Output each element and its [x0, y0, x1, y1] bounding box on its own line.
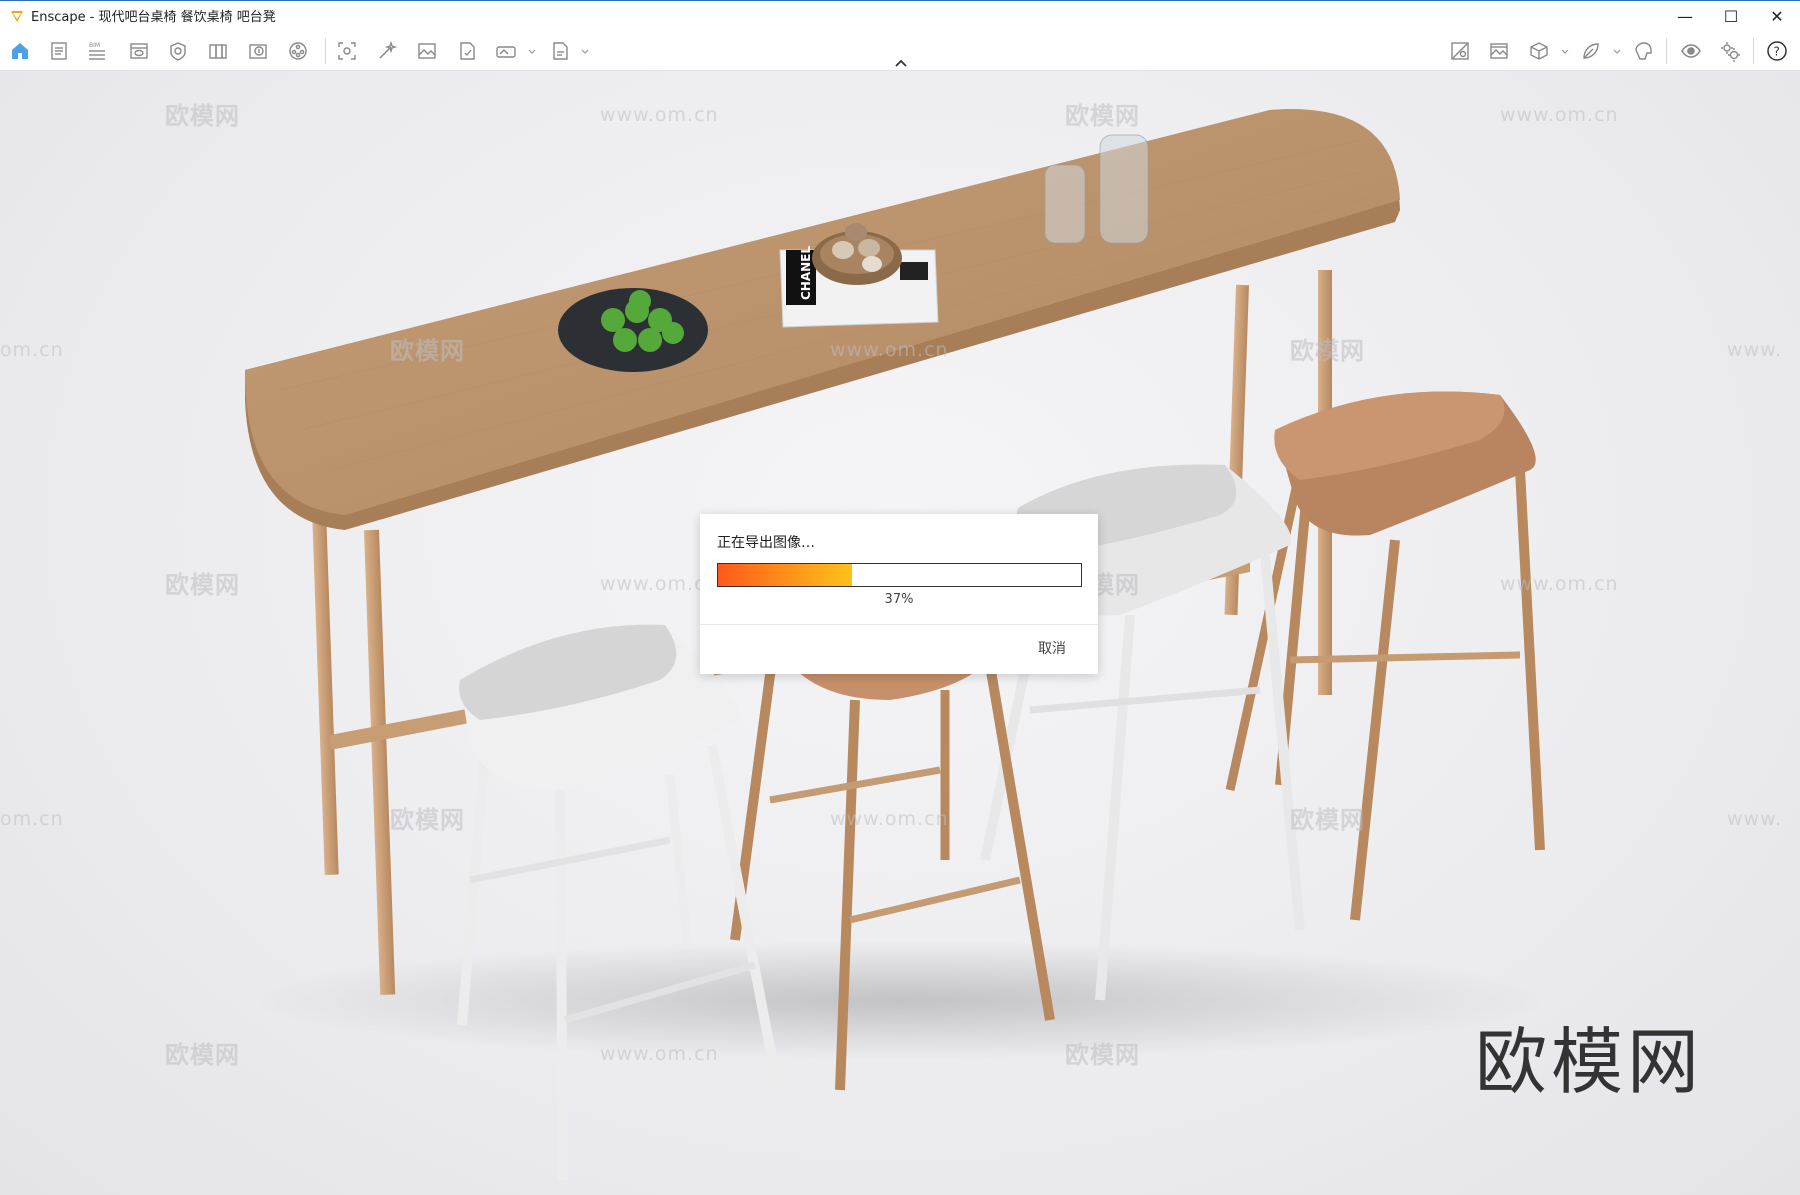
eye-icon[interactable] [1680, 40, 1702, 62]
toolbar-separator [325, 38, 326, 64]
brand-watermark: 欧模网 [1475, 1020, 1704, 1104]
view-icon[interactable] [128, 40, 150, 62]
home-icon[interactable] [9, 40, 31, 62]
watermark-url: www.om.cn [1500, 104, 1619, 126]
image-icon[interactable] [416, 40, 438, 62]
watermark: 欧模网 [165, 571, 240, 599]
export-message: 正在导出图像… [717, 535, 815, 551]
settings-icon[interactable] [1719, 40, 1741, 62]
watermark-url: www. [1727, 339, 1782, 361]
watermark: 欧模网 [390, 337, 465, 365]
export-icon[interactable] [456, 40, 478, 62]
watermark: 欧模网 [1065, 1041, 1140, 1069]
watermark-url: www.om.cn [830, 808, 949, 830]
watermark: 欧模网 [390, 806, 465, 834]
enscape-logo-icon [11, 10, 23, 22]
batch-export-icon[interactable] [549, 40, 571, 62]
watermark-url: om.cn [0, 808, 64, 830]
window-controls: — ☐ ✕ [1662, 1, 1800, 31]
chevron-down-icon[interactable] [1612, 47, 1622, 57]
cancel-button[interactable]: 取消 [1038, 638, 1066, 658]
gallery-icon[interactable] [1488, 40, 1510, 62]
vr-icon[interactable] [1632, 40, 1654, 62]
watermark: 欧模网 [1290, 337, 1365, 365]
close-button[interactable]: ✕ [1754, 1, 1800, 31]
title-bar: Enscape - 现代吧台桌椅 餐饮桌椅 吧台凳 — ☐ ✕ [0, 0, 1800, 30]
progress-percent: 37% [884, 592, 914, 607]
watermark: 欧模网 [165, 1041, 240, 1069]
help-icon[interactable]: ? [1766, 40, 1788, 62]
book-label: CHANEL [799, 246, 813, 300]
watermark-url: www.om.cn [600, 1043, 719, 1065]
watermark-url: www.om.cn [830, 339, 949, 361]
dialog-divider [700, 624, 1098, 625]
document-icon[interactable] [48, 40, 70, 62]
chevron-down-icon[interactable] [1560, 47, 1570, 57]
enscape-window: Enscape - 现代吧台桌椅 餐饮桌椅 吧台凳 — ☐ ✕ BIM ? CH… [0, 0, 1800, 1195]
video-icon[interactable] [287, 40, 309, 62]
collapse-toolbar-icon[interactable] [893, 58, 909, 68]
progress-fill [718, 564, 853, 586]
bim-icon[interactable]: BIM [86, 40, 108, 62]
asset-import-icon[interactable] [247, 40, 269, 62]
watermark-url: www.om.cn [600, 104, 719, 126]
watermark: 欧模网 [1290, 806, 1365, 834]
material-icon[interactable] [1580, 40, 1602, 62]
svg-text:BIM: BIM [89, 42, 100, 49]
chevron-down-icon[interactable] [580, 47, 590, 57]
watermark-url: www. [1727, 808, 1782, 830]
toolbar-separator [1753, 38, 1754, 64]
watermark: 欧模网 [165, 102, 240, 130]
map-icon[interactable] [1449, 40, 1471, 62]
cube-icon[interactable] [1528, 40, 1550, 62]
export-progress-dialog: 正在导出图像… 37% 取消 [700, 514, 1098, 674]
chevron-down-icon[interactable] [527, 47, 537, 57]
progress-bar [717, 563, 1082, 587]
toolbar-separator [1666, 38, 1667, 64]
magic-icon[interactable] [376, 40, 398, 62]
watermark: 欧模网 [1065, 102, 1140, 130]
window-title: Enscape - 现代吧台桌椅 餐饮桌椅 吧台凳 [31, 10, 276, 25]
library-icon[interactable] [207, 40, 229, 62]
watermark-url: www.om.cn [1500, 573, 1619, 595]
maximize-button[interactable]: ☐ [1708, 1, 1754, 31]
screenshot-icon[interactable] [336, 40, 358, 62]
minimize-button[interactable]: — [1662, 1, 1708, 31]
svg-text:?: ? [1774, 45, 1780, 59]
visual-settings-icon[interactable] [167, 40, 189, 62]
panorama-icon[interactable] [495, 40, 517, 62]
watermark-url: om.cn [0, 339, 64, 361]
